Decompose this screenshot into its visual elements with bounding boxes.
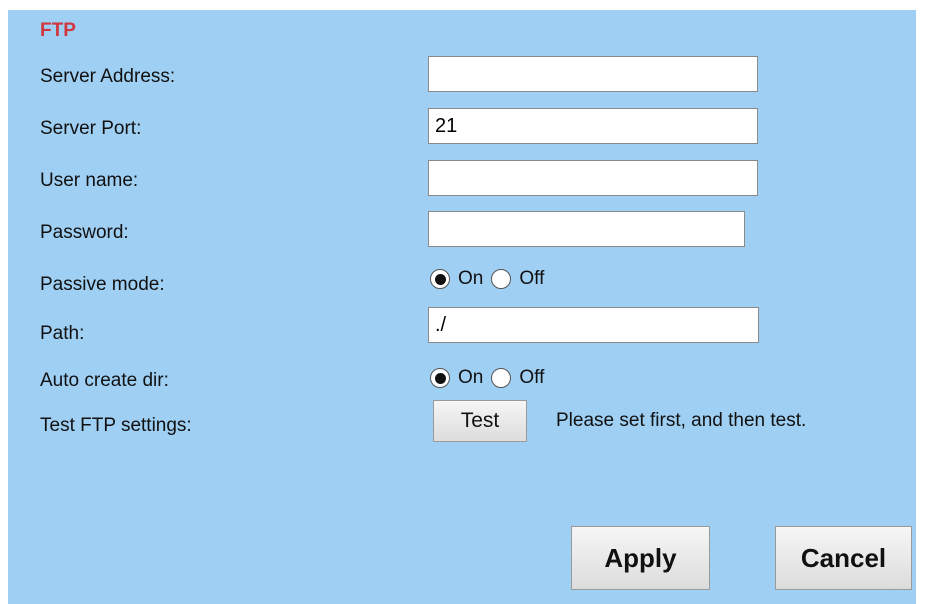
path-input[interactable] (428, 307, 759, 343)
auto-create-dir-off-label: Off (519, 367, 545, 388)
auto-create-dir-on-label: On (458, 367, 484, 388)
passive-mode-off-label: Off (519, 268, 545, 289)
auto-create-dir-label: Auto create dir: (40, 370, 169, 391)
auto-create-dir-radio-group: On Off (430, 367, 552, 389)
passive-mode-on-radio[interactable] (430, 269, 450, 289)
server-port-input[interactable] (428, 108, 758, 144)
server-port-label: Server Port: (40, 118, 142, 139)
password-input[interactable] (428, 211, 745, 247)
ftp-settings-panel: FTP Server Address: Server Port: User na… (8, 10, 916, 604)
user-name-input[interactable] (428, 160, 758, 196)
password-label: Password: (40, 222, 129, 243)
test-hint-text: Please set first, and then test. (556, 410, 807, 431)
server-address-label: Server Address: (40, 66, 176, 87)
passive-mode-on-label: On (458, 268, 484, 289)
passive-mode-label: Passive mode: (40, 274, 165, 295)
section-title: FTP (40, 20, 76, 41)
apply-button[interactable]: Apply (571, 526, 710, 590)
cancel-button[interactable]: Cancel (775, 526, 912, 590)
user-name-label: User name: (40, 170, 139, 191)
passive-mode-radio-group: On Off (430, 268, 552, 290)
auto-create-dir-on-radio[interactable] (430, 368, 450, 388)
server-address-input[interactable] (428, 56, 758, 92)
auto-create-dir-off-radio[interactable] (491, 368, 512, 388)
radio-selected-dot (434, 273, 446, 285)
passive-mode-off-radio[interactable] (491, 269, 512, 289)
test-button[interactable]: Test (433, 400, 527, 442)
path-label: Path: (40, 323, 85, 344)
test-ftp-label: Test FTP settings: (40, 415, 192, 436)
radio-selected-dot (434, 372, 446, 384)
